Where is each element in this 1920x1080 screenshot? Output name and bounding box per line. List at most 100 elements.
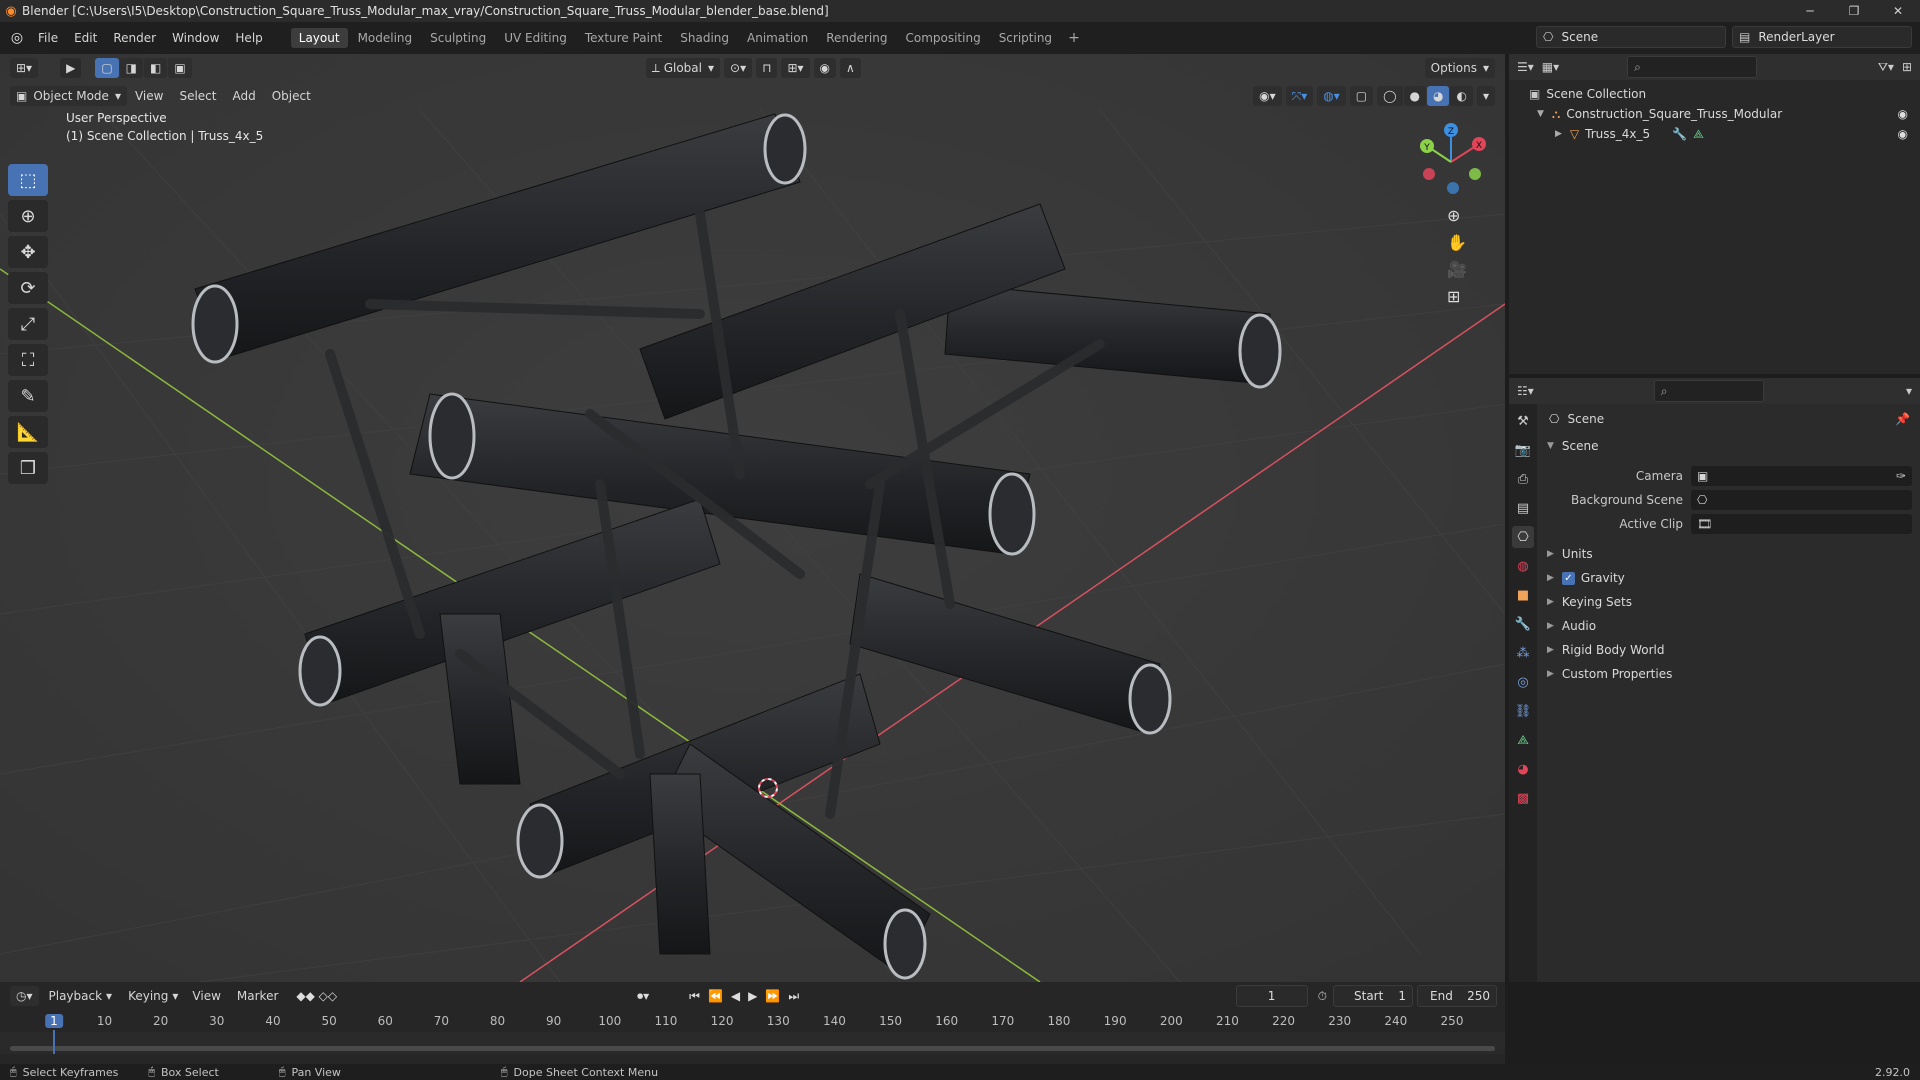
- rotate-tool[interactable]: ⟳: [8, 272, 48, 304]
- move-tool[interactable]: ✥: [8, 236, 48, 268]
- shading-material-button[interactable]: ◕: [1427, 86, 1450, 106]
- shading-rendered-button[interactable]: ◐: [1450, 86, 1473, 106]
- panel-custom-properties[interactable]: ▶ Custom Properties: [1537, 662, 1920, 686]
- tab-constraints[interactable]: ⛓: [1512, 700, 1534, 722]
- expand-triangle-icon[interactable]: ▶: [1555, 129, 1562, 139]
- select-mode-extend-button[interactable]: ◨: [119, 58, 143, 78]
- workspace-tab-animation[interactable]: Animation: [739, 28, 816, 48]
- active-clip-field[interactable]: 🎞: [1691, 514, 1912, 534]
- timeline-scrollbar[interactable]: [10, 1046, 1495, 1051]
- play-icon[interactable]: ▶: [748, 989, 757, 1003]
- jump-end-icon[interactable]: ⏭: [788, 989, 799, 1004]
- editor-type-button[interactable]: ⊞▾: [10, 58, 39, 78]
- gizmo-toggle[interactable]: ⤧▾: [1285, 86, 1314, 106]
- viewport-menu-add[interactable]: Add: [224, 89, 263, 103]
- play-reverse-icon[interactable]: ◀: [731, 989, 740, 1003]
- tab-material[interactable]: ◕: [1512, 758, 1534, 780]
- tab-tool[interactable]: ⚒: [1512, 410, 1534, 432]
- zoom-icon[interactable]: ⊕: [1447, 206, 1467, 225]
- chevron-down-icon[interactable]: ▾: [1906, 384, 1912, 398]
- proportional-falloff-dropdown[interactable]: ∧: [840, 58, 861, 78]
- timeline-menu-view[interactable]: View: [184, 989, 228, 1003]
- panel-audio[interactable]: ▶ Audio: [1537, 614, 1920, 638]
- workspace-tab-scripting[interactable]: Scripting: [991, 28, 1060, 48]
- cursor-tool[interactable]: ⊕: [8, 200, 48, 232]
- outliner-row-scene-collection[interactable]: ▣ Scene Collection: [1509, 84, 1920, 104]
- add-workspace-icon[interactable]: +: [1062, 30, 1086, 46]
- outliner-editor-type-icon[interactable]: ☰▾: [1517, 60, 1534, 74]
- select-mode-subtract-button[interactable]: ◧: [144, 58, 168, 78]
- stopwatch-icon[interactable]: ⏱: [1318, 989, 1327, 1004]
- tab-physics[interactable]: ◎: [1512, 671, 1534, 693]
- menu-render[interactable]: Render: [105, 31, 164, 45]
- mode-dropdown[interactable]: ▣ Object Mode ▾: [10, 86, 127, 106]
- visibility-eye-icon[interactable]: ◉: [1898, 107, 1908, 121]
- visibility-eye-icon[interactable]: ◉: [1898, 127, 1908, 141]
- workspace-tab-uv-editing[interactable]: UV Editing: [496, 28, 575, 48]
- annotate-tool[interactable]: ✎: [8, 380, 48, 412]
- xray-toggle[interactable]: ▢: [1349, 86, 1374, 106]
- maximize-button[interactable]: ❐: [1832, 0, 1876, 22]
- panel-keying-sets[interactable]: ▶ Keying Sets: [1537, 590, 1920, 614]
- snap-target-dropdown[interactable]: ⊞▾: [781, 58, 810, 78]
- panel-scene-header[interactable]: ▼ Scene: [1537, 434, 1920, 458]
- workspace-tab-layout[interactable]: Layout: [290, 28, 348, 48]
- timeline-ruler[interactable]: 1 10 20 30 40 50 60 70 80 90 100 110 120 130 140 150 160…: [0, 1012, 1505, 1032]
- options-dropdown[interactable]: Options ▾: [1424, 58, 1495, 78]
- select-tool-button[interactable]: ▶: [60, 58, 82, 78]
- camera-view-icon[interactable]: 🎥: [1447, 260, 1467, 279]
- overlays-toggle[interactable]: ◍▾: [1317, 86, 1346, 106]
- proportional-edit-toggle[interactable]: ◉: [813, 58, 837, 78]
- playhead[interactable]: [53, 1030, 55, 1054]
- eyedropper-icon[interactable]: ✑: [1896, 469, 1906, 483]
- panel-gravity[interactable]: ▶ ✓ Gravity: [1537, 566, 1920, 590]
- measure-tool[interactable]: 📐: [8, 416, 48, 448]
- pin-icon[interactable]: 📌: [1895, 412, 1910, 426]
- outliner-row-object[interactable]: ▶ ▽ Truss_4x_5 🔧 ⟁ ◉: [1509, 124, 1920, 144]
- tab-scene[interactable]: ⎔: [1512, 526, 1534, 548]
- view-layer-selector[interactable]: ▤ RenderLayer: [1732, 26, 1912, 48]
- gravity-checkbox[interactable]: ✓: [1561, 571, 1575, 585]
- workspace-tab-shading[interactable]: Shading: [672, 28, 737, 48]
- menu-edit[interactable]: Edit: [66, 31, 105, 45]
- pan-hand-icon[interactable]: ✋: [1447, 233, 1467, 252]
- timeline-menu-keying[interactable]: Keying ▾: [122, 986, 184, 1006]
- tab-object[interactable]: ■: [1512, 584, 1534, 606]
- scale-tool[interactable]: ⤢: [8, 308, 48, 340]
- camera-field[interactable]: ▣ ✑: [1691, 466, 1912, 486]
- tab-world[interactable]: ◍: [1512, 555, 1534, 577]
- expand-triangle-icon[interactable]: ▼: [1537, 109, 1544, 119]
- pivot-point-dropdown[interactable]: ⊙▾: [724, 58, 753, 78]
- record-icon[interactable]: ⏺▾: [637, 989, 649, 1004]
- select-mode-invert-button[interactable]: ▣: [168, 58, 192, 78]
- mesh-data-icon[interactable]: ⟁: [1693, 127, 1704, 142]
- workspace-tab-rendering[interactable]: Rendering: [818, 28, 895, 48]
- tab-modifiers[interactable]: 🔧: [1512, 613, 1534, 635]
- tab-texture[interactable]: ▩: [1512, 787, 1534, 809]
- properties-search-input[interactable]: ⌕: [1653, 380, 1764, 402]
- jump-start-icon[interactable]: ⏮: [689, 989, 700, 1004]
- current-frame-field[interactable]: 1: [1235, 985, 1308, 1007]
- workspace-tab-modeling[interactable]: Modeling: [350, 28, 421, 48]
- new-collection-icon[interactable]: ⊞: [1902, 60, 1912, 74]
- shading-wireframe-button[interactable]: ◯: [1377, 86, 1403, 106]
- menu-help[interactable]: Help: [227, 31, 270, 45]
- modifier-wrench-icon[interactable]: 🔧: [1672, 127, 1687, 141]
- display-mode-icon[interactable]: ▦▾: [1542, 60, 1559, 74]
- workspace-tab-texture-paint[interactable]: Texture Paint: [577, 28, 670, 48]
- workspace-tab-compositing[interactable]: Compositing: [897, 28, 988, 48]
- properties-editor-type-icon[interactable]: ☷▾: [1517, 384, 1534, 398]
- viewport-menu-select[interactable]: Select: [171, 89, 224, 103]
- jump-keyframe-back-icon[interactable]: ⏪: [708, 989, 723, 1003]
- start-frame-field[interactable]: Start 1: [1333, 985, 1413, 1007]
- viewport-menu-object[interactable]: Object: [264, 89, 319, 103]
- add-cube-tool[interactable]: ❒: [8, 452, 48, 484]
- end-frame-field[interactable]: End 250: [1417, 985, 1497, 1007]
- viewport-menu-view[interactable]: View: [127, 89, 171, 103]
- tab-view-layer[interactable]: ▤: [1512, 497, 1534, 519]
- 3d-viewport[interactable]: ⊞▾ ▶ ▢ ◨ ◧ ▣ ⟂ Global ▾ ⊙▾ ⊓ ⊞▾ ◉ ∧ Opti…: [0, 54, 1505, 982]
- shading-solid-button[interactable]: ●: [1403, 86, 1426, 106]
- panel-rigid-body-world[interactable]: ▶ Rigid Body World: [1537, 638, 1920, 662]
- transform-orientation-dropdown[interactable]: ⟂ Global ▾: [645, 58, 721, 78]
- timeline-track[interactable]: [0, 1032, 1505, 1054]
